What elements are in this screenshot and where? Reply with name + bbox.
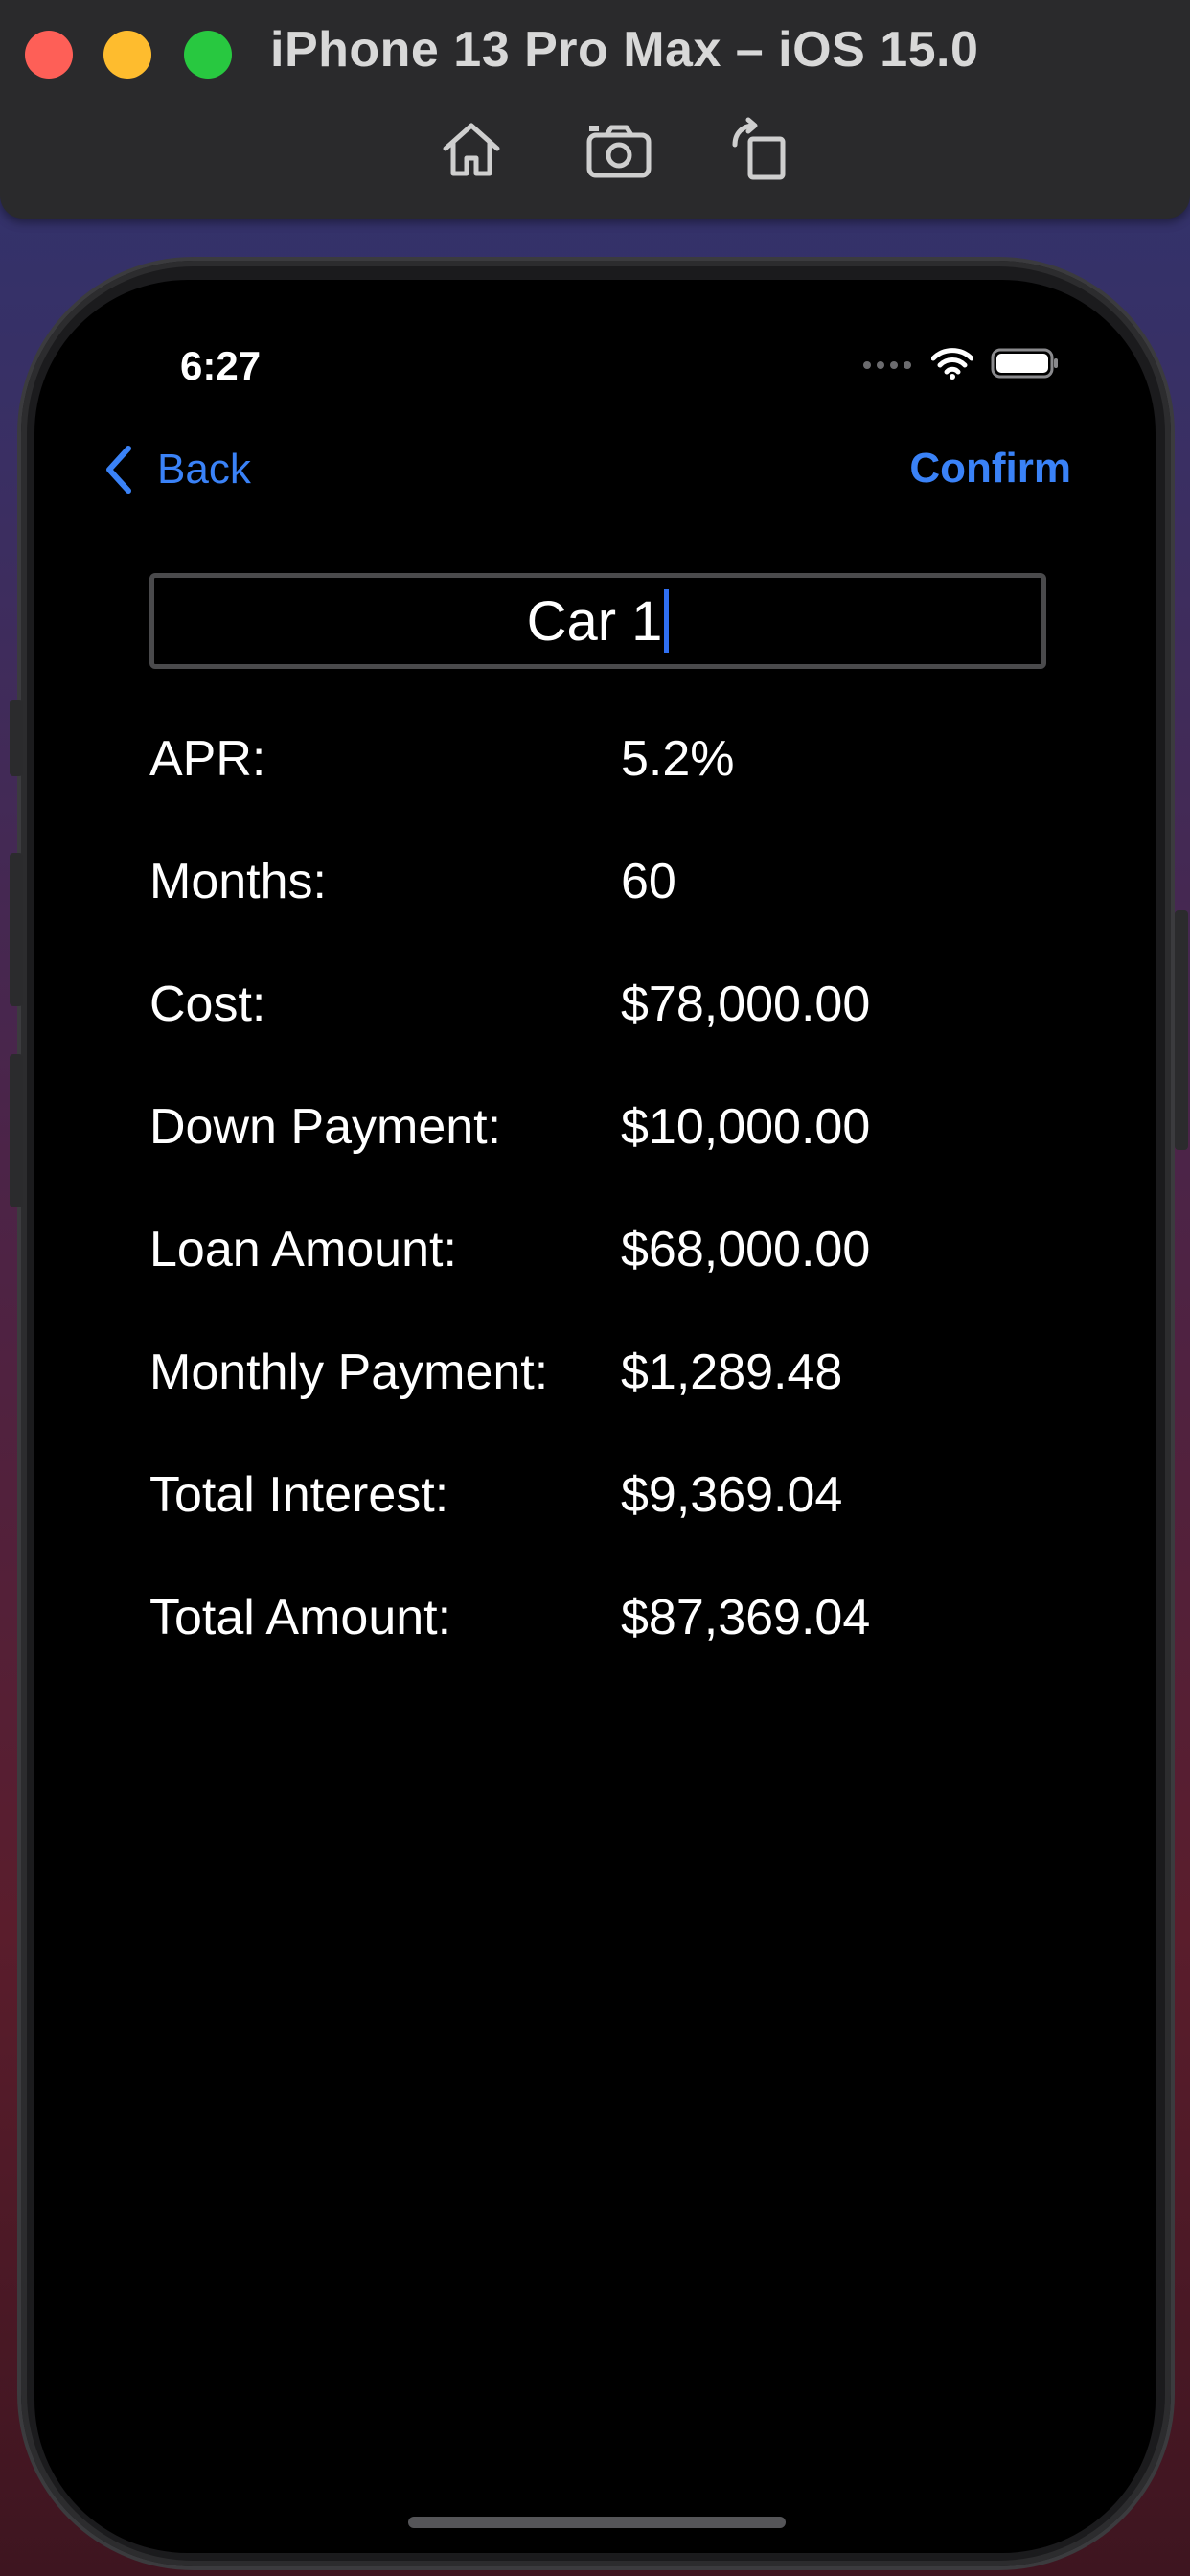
notch [402, 280, 788, 345]
detail-value: $87,369.04 [621, 1590, 871, 1645]
detail-label: Total Amount: [149, 1590, 452, 1645]
back-button-label: Back [157, 446, 251, 493]
rotate-button[interactable] [721, 115, 797, 184]
loan-details-list: APR: 5.2% Months: 60 Cost: $78,000.00 Do… [149, 730, 1069, 1712]
detail-row-loan-amount: Loan Amount: $68,000.00 [149, 1221, 1069, 1344]
detail-label: APR: [149, 731, 266, 787]
detail-value: 60 [621, 854, 676, 909]
device-screen: 6:27 Back Confirm Car 1 APR: 5.2% Months… [34, 280, 1156, 2553]
close-window-button[interactable] [25, 31, 73, 79]
detail-row-total-amount: Total Amount: $87,369.04 [149, 1589, 1069, 1712]
detail-value: $1,289.48 [621, 1345, 843, 1400]
detail-label: Monthly Payment: [149, 1345, 549, 1400]
detail-value: 5.2% [621, 731, 735, 787]
screenshot-icon [586, 125, 652, 178]
loan-name-text: Car 1 [526, 589, 663, 653]
detail-value: $78,000.00 [621, 977, 871, 1032]
volume-down-button [10, 1054, 23, 1208]
confirm-button[interactable]: Confirm [909, 445, 1071, 493]
zoom-window-button[interactable] [184, 31, 232, 79]
detail-value: $68,000.00 [621, 1222, 871, 1277]
status-time: 6:27 [180, 343, 262, 388]
detail-row-monthly-payment: Monthly Payment: $1,289.48 [149, 1344, 1069, 1466]
battery-icon [991, 348, 1058, 379]
home-indicator[interactable] [408, 2517, 786, 2528]
detail-label: Loan Amount: [149, 1222, 457, 1277]
detail-value: $10,000.00 [621, 1099, 871, 1155]
detail-value: $9,369.04 [621, 1467, 843, 1523]
detail-row-months: Months: 60 [149, 853, 1069, 976]
detail-label: Total Interest: [149, 1467, 449, 1523]
detail-row-down-payment: Down Payment: $10,000.00 [149, 1098, 1069, 1221]
screenshot-button[interactable] [581, 115, 657, 184]
loan-name-field[interactable]: Car 1 [149, 573, 1046, 669]
minimize-window-button[interactable] [103, 31, 151, 79]
power-button [1175, 910, 1188, 1150]
rotate-icon [732, 117, 786, 180]
status-icons [862, 347, 1060, 380]
back-button[interactable]: Back [102, 445, 251, 494]
home-button[interactable] [433, 115, 510, 184]
silent-switch [10, 700, 23, 776]
detail-row-total-interest: Total Interest: $9,369.04 [149, 1466, 1069, 1589]
wifi-icon [931, 348, 973, 380]
detail-row-apr: APR: 5.2% [149, 730, 1069, 853]
chevron-left-icon [106, 446, 131, 494]
detail-label: Months: [149, 854, 327, 909]
detail-label: Down Payment: [149, 1099, 502, 1155]
home-icon [443, 123, 500, 176]
signal-icon [863, 361, 911, 369]
volume-up-button [10, 853, 23, 1006]
detail-row-cost: Cost: $78,000.00 [149, 976, 1069, 1098]
detail-label: Cost: [149, 977, 266, 1032]
simulator-titlebar: iPhone 13 Pro Max – iOS 15.0 [0, 0, 1190, 218]
simulator-title: iPhone 13 Pro Max – iOS 15.0 [270, 22, 979, 78]
text-cursor [664, 589, 670, 653]
